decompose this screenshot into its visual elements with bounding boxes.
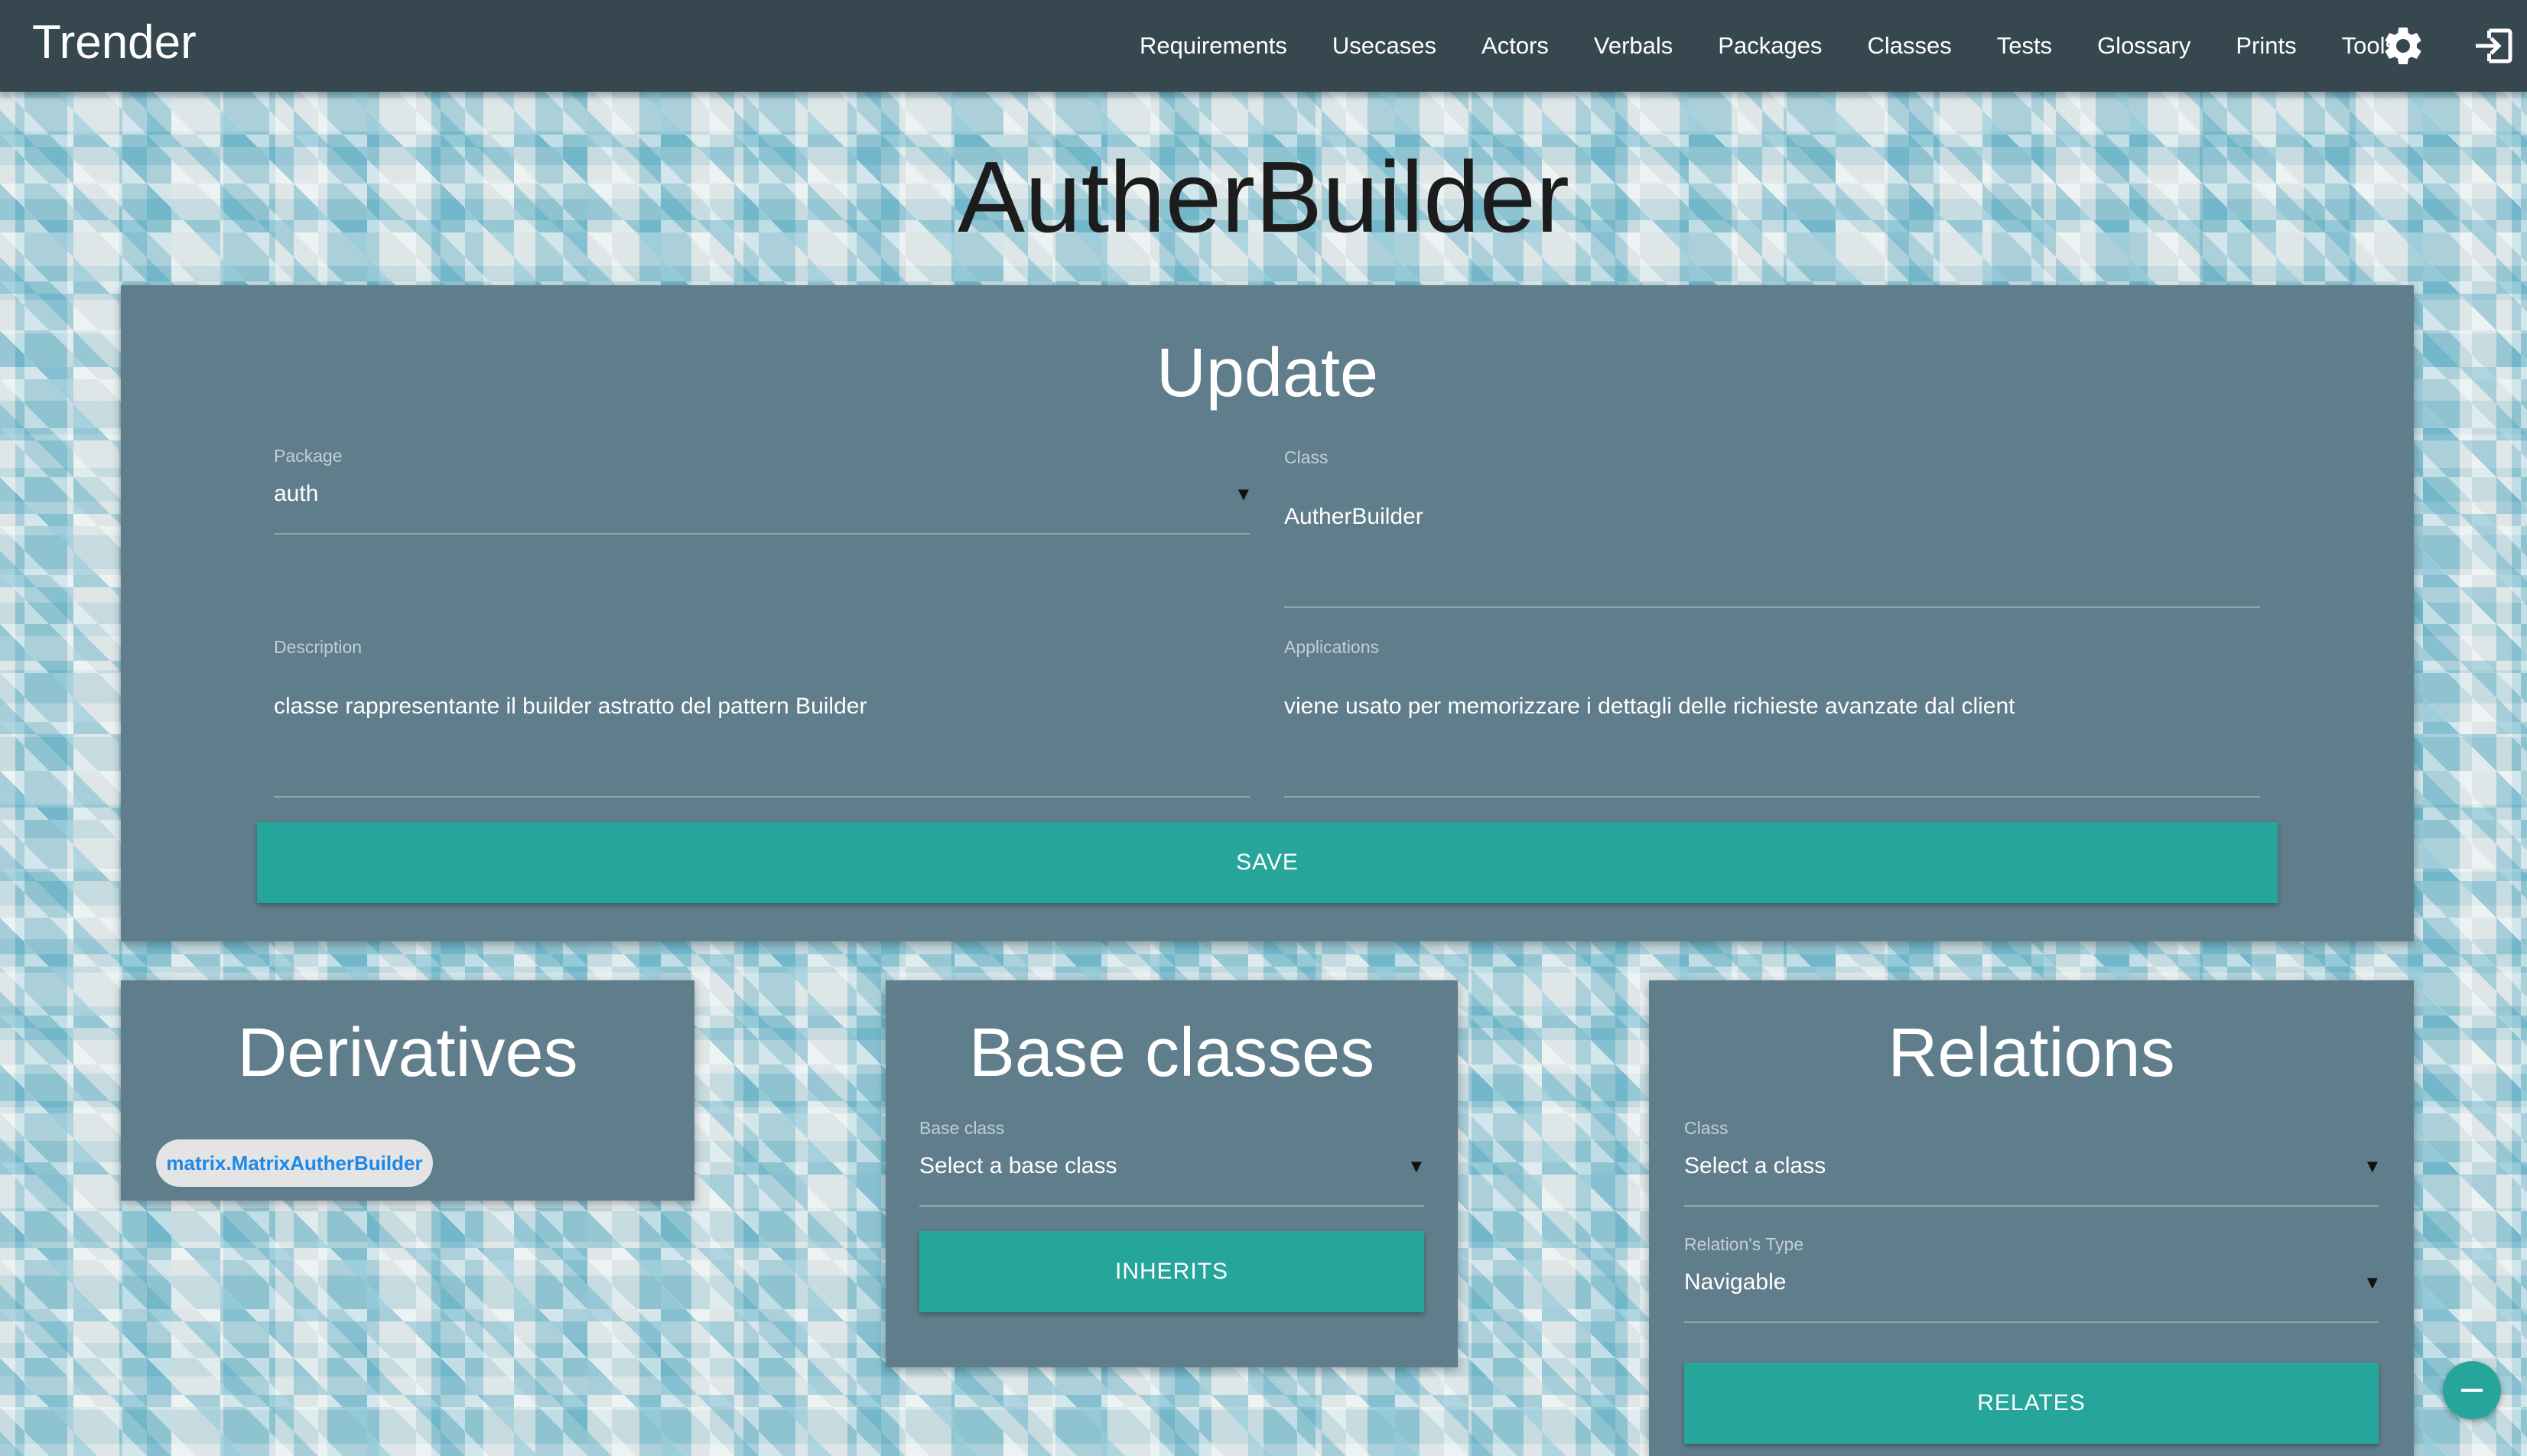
nav-menu: Requirements Usecases Actors Verbals Pac… — [1094, 0, 2397, 92]
base-class-select[interactable]: Select a base class — [919, 1153, 1117, 1179]
update-card-title: Update — [1156, 335, 1379, 411]
base-class-underline — [919, 1205, 1424, 1207]
description-input[interactable]: classe rappresentante il builder astratt… — [274, 694, 867, 720]
base-classes-card-title: Base classes — [968, 1015, 1375, 1091]
relation-type-underline — [1684, 1321, 2379, 1323]
nav-item-glossary[interactable]: Glossary — [2097, 32, 2190, 60]
nav-item-classes[interactable]: Classes — [1867, 32, 1951, 60]
derivatives-card: Derivatives matrix.MatrixAutherBuilder — [121, 980, 694, 1201]
relations-card-title: Relations — [1888, 1015, 2175, 1091]
derivatives-card-title: Derivatives — [237, 1015, 578, 1091]
relation-type-select[interactable]: Navigable — [1684, 1269, 1786, 1295]
relations-card: Relations Class Select a class ▼ Relatio… — [1649, 980, 2414, 1456]
applications-input[interactable]: viene usato per memorizzare i dettagli d… — [1284, 694, 2015, 720]
class-field-label: Class — [1284, 447, 1329, 467]
gear-icon[interactable] — [2380, 23, 2426, 69]
nav-item-tests[interactable]: Tests — [1997, 32, 2052, 60]
nav-item-requirements[interactable]: Requirements — [1140, 32, 1287, 60]
applications-underline — [1284, 796, 2260, 798]
nav-item-usecases[interactable]: Usecases — [1332, 32, 1436, 60]
nav-item-prints[interactable]: Prints — [2236, 32, 2296, 60]
base-class-field-label: Base class — [919, 1118, 1005, 1138]
package-field-label: Package — [274, 446, 343, 466]
minus-icon — [2461, 1389, 2483, 1392]
logout-icon[interactable] — [2472, 23, 2518, 69]
relates-button[interactable]: RELATES — [1684, 1363, 2379, 1444]
relation-class-field-label: Class — [1684, 1118, 1729, 1138]
save-button[interactable]: SAVE — [257, 822, 2278, 903]
inherits-button[interactable]: INHERITS — [919, 1231, 1424, 1312]
nav-item-packages[interactable]: Packages — [1718, 32, 1822, 60]
chevron-down-icon[interactable]: ▼ — [2363, 1272, 2382, 1294]
page-title: AutherBuilder — [958, 141, 1569, 253]
brand-logo[interactable]: Trender — [32, 12, 197, 73]
update-card: Update Package auth ▼ Class AutherBuilde… — [121, 285, 2414, 941]
chevron-down-icon[interactable]: ▼ — [1407, 1156, 1426, 1178]
chevron-down-icon[interactable]: ▼ — [1234, 484, 1253, 505]
relation-class-select[interactable]: Select a class — [1684, 1153, 1826, 1179]
applications-field-label: Applications — [1284, 637, 1380, 657]
collapse-fab[interactable] — [2443, 1361, 2501, 1419]
package-select[interactable]: auth — [274, 481, 318, 507]
class-underline — [1284, 606, 2260, 608]
chevron-down-icon[interactable]: ▼ — [2363, 1156, 2382, 1178]
relation-type-field-label: Relation's Type — [1684, 1234, 1804, 1254]
top-navbar: Trender Requirements Usecases Actors Ver… — [0, 0, 2527, 92]
derivative-chip[interactable]: matrix.MatrixAutherBuilder — [156, 1139, 433, 1187]
relation-class-underline — [1684, 1205, 2379, 1207]
nav-item-actors[interactable]: Actors — [1481, 32, 1549, 60]
nav-item-verbals[interactable]: Verbals — [1594, 32, 1673, 60]
class-name-input[interactable]: AutherBuilder — [1284, 504, 1423, 530]
base-classes-card: Base classes Base class Select a base cl… — [886, 980, 1458, 1367]
description-field-label: Description — [274, 637, 363, 657]
description-underline — [274, 796, 1250, 798]
package-underline — [274, 533, 1250, 535]
